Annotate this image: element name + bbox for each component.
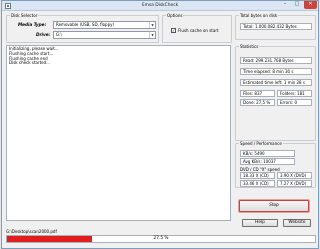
- cd-speed-cell: 33.46 X (CD): [240, 180, 275, 187]
- maximize-icon[interactable]: □: [292, 1, 302, 9]
- speed-group: Speed / Performance KB/s: 5490 Avg KB/s:…: [235, 141, 316, 188]
- total-bytes-legend: Total bytes on disk: [239, 13, 279, 18]
- chevron-down-icon[interactable]: ▼: [149, 22, 155, 28]
- speed-legend: Speed / Performance: [239, 141, 283, 146]
- progress-bar: 27.5 %: [6, 235, 316, 243]
- disk-selector-legend: Disk Selector: [10, 13, 39, 18]
- log-line: Disk check started...: [9, 60, 50, 66]
- options-legend: Options: [166, 13, 184, 18]
- done-field: Done: 27,5 %: [240, 99, 275, 106]
- log-list[interactable]: Initializing, please wait... Flushing ca…: [6, 45, 231, 221]
- files-field: Files: 837: [240, 90, 275, 97]
- dvd-speed-cell: 7.27 X (DVD): [277, 180, 312, 187]
- read-field: Read: 299.231.768 Bytes: [240, 57, 312, 64]
- drive-label: Drive:: [36, 32, 51, 37]
- statistics-legend: Statistics: [239, 44, 260, 49]
- kbs-field: KB/s: 5490: [240, 150, 295, 157]
- errors-field: Errors: 0: [277, 99, 312, 106]
- avg-kbs-field: Avg KB/s: 10037: [240, 158, 295, 165]
- time-elapsed-field: Time elapsed: 8 min 30 s: [240, 68, 312, 75]
- folders-field: Folders: 181: [277, 90, 312, 97]
- app-window: Emsa DiskCheck – □ ✕ Disk Selector Media…: [1, 0, 319, 249]
- chevron-down-icon[interactable]: ▼: [149, 32, 155, 38]
- drive-value: G:\: [56, 32, 62, 37]
- drive-select[interactable]: G:\ ▼: [53, 31, 156, 39]
- flush-cache-label: Flush cache on start: [178, 28, 219, 33]
- estimated-time-left-field: Estimated time left: 1 min 28 s: [240, 79, 312, 86]
- media-type-value: Removable (USB, SD, floppy): [56, 22, 115, 27]
- current-file-path: G:\Desktop\scan2000.pdf: [6, 229, 57, 234]
- title-bar[interactable]: Emsa DiskCheck – □ ✕: [2, 1, 318, 11]
- media-type-select[interactable]: Removable (USB, SD, floppy) ▼: [53, 21, 156, 29]
- total-bytes-field: Total: 1.000.082.432 Bytes: [240, 23, 312, 30]
- dvd-speed-cell: 3.90 X (DVD): [277, 172, 312, 179]
- progress-label: 27.5 %: [153, 236, 169, 241]
- close-icon[interactable]: ✕: [304, 1, 317, 9]
- options-group: Options ✓ Flush cache on start: [162, 13, 232, 43]
- disk-selector-group: Disk Selector Media Type: Removable (USB…: [6, 13, 159, 43]
- cd-speed-cell: 18.33 X (CD): [240, 172, 275, 179]
- stop-button[interactable]: Stop: [239, 200, 309, 212]
- statistics-group: Statistics Read: 299.231.768 Bytes Time …: [235, 44, 316, 141]
- flush-cache-checkbox[interactable]: ✓: [171, 28, 176, 33]
- website-button[interactable]: Website: [283, 219, 311, 227]
- help-button[interactable]: Help: [242, 219, 278, 227]
- minimize-icon[interactable]: –: [280, 1, 290, 9]
- media-type-label: Media Type:: [18, 22, 47, 27]
- window-title: Emsa DiskCheck: [141, 3, 179, 8]
- total-bytes-group: Total bytes on disk Total: 1.000.082.432…: [235, 13, 316, 40]
